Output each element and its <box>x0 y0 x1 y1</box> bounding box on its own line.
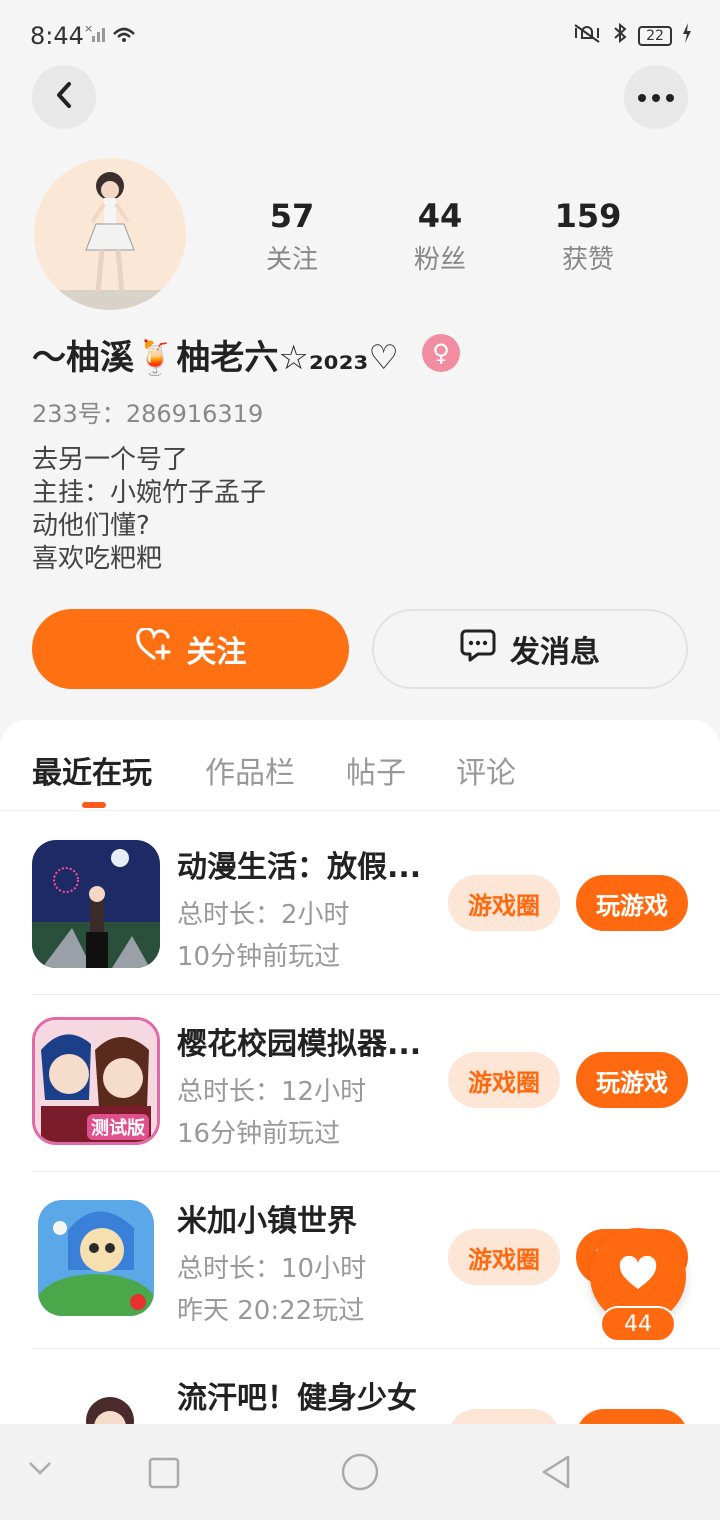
game-duration: 总时长：10小时 <box>177 1254 367 1284</box>
tab-bar: 最近在玩 作品栏 帖子 评论 <box>0 720 720 811</box>
bio-line: 主挂：小婉竹子孟子 <box>32 478 267 508</box>
play-game-button[interactable]: 玩游戏 <box>576 875 688 931</box>
message-button[interactable]: 发消息 <box>372 609 688 689</box>
message-label: 发消息 <box>510 635 600 670</box>
game-icon-sakura-school[interactable]: 测试版 <box>32 1017 160 1145</box>
user-id-label: 233号： <box>32 400 126 428</box>
game-row[interactable]: 流汗吧！健身少女 <box>32 1349 720 1425</box>
game-last-played: 昨天 20:22玩过 <box>177 1296 365 1326</box>
stat-label: 粉丝 <box>413 245 466 275</box>
back-triangle-icon[interactable] <box>540 1454 572 1494</box>
game-circle-button[interactable] <box>448 1409 560 1425</box>
chat-bubble-icon <box>460 628 496 670</box>
status-icons: 22 <box>572 22 692 49</box>
game-duration: 总时长：12小时 <box>177 1077 367 1107</box>
follow-button[interactable]: 关注 <box>32 609 349 689</box>
game-duration: 总时长：2小时 <box>177 900 350 930</box>
stat-label: 关注 <box>265 245 318 275</box>
stat-number: 57 <box>269 197 315 235</box>
tab-comments[interactable]: 评论 <box>456 748 516 792</box>
stat-likes[interactable]: 159 获赞 <box>528 196 648 278</box>
recent-apps-icon[interactable] <box>148 1457 180 1493</box>
user-id: 233号：286916319 <box>32 394 263 429</box>
stat-followers[interactable]: 44 粉丝 <box>380 196 500 278</box>
game-circle-button[interactable]: 游戏圈 <box>448 875 560 931</box>
game-icon-fitness-girl[interactable] <box>32 1371 160 1425</box>
more-button[interactable] <box>624 65 688 129</box>
stat-number: 159 <box>554 197 622 235</box>
more-dots-icon <box>636 88 676 107</box>
bio-line: 去另一个号了 <box>32 445 189 475</box>
status-time: 8:44 <box>30 22 84 50</box>
game-name: 米加小镇世界 <box>177 1204 357 1239</box>
stat-number: 44 <box>417 197 463 235</box>
battery-icon: 22 <box>638 25 672 46</box>
vibrate-icon <box>572 22 602 49</box>
game-icon-anime-life[interactable] <box>32 840 160 968</box>
tab-recently-played[interactable]: 最近在玩 <box>32 748 152 792</box>
game-row[interactable]: 动漫生活：放假... 总时长：2小时 10分钟前玩过 游戏圈 玩游戏 <box>32 818 720 995</box>
stat-label: 获赞 <box>561 245 614 275</box>
game-last-played: 10分钟前玩过 <box>177 942 341 972</box>
tab-indicator <box>82 802 106 808</box>
tab-posts[interactable]: 帖子 <box>346 748 406 792</box>
play-game-button[interactable] <box>576 1409 688 1425</box>
follow-label: 关注 <box>186 635 247 670</box>
avatar[interactable] <box>34 158 186 310</box>
home-icon[interactable] <box>341 1453 379 1495</box>
stat-following[interactable]: 57 关注 <box>232 196 352 278</box>
game-icon-miga-town[interactable] <box>38 1200 154 1316</box>
heart-icon <box>618 1255 658 1296</box>
signal-icon: × <box>84 22 140 48</box>
tab-works[interactable]: 作品栏 <box>205 748 295 792</box>
charging-icon <box>682 23 692 48</box>
like-count: 44 <box>600 1306 676 1342</box>
svg-text:×: × <box>84 22 92 35</box>
game-circle-button[interactable]: 游戏圈 <box>448 1052 560 1108</box>
play-game-button[interactable]: 玩游戏 <box>576 1052 688 1108</box>
bio: 去另一个号了 主挂：小婉竹子孟子 动他们懂? 喜欢吃粑粑 <box>32 444 266 576</box>
heart-plus-icon <box>135 626 173 670</box>
gender-female-icon: ♀ <box>422 334 460 372</box>
bio-line: 动他们懂? <box>32 511 150 541</box>
bluetooth-icon <box>612 22 628 49</box>
test-version-badge: 测试版 <box>87 1114 149 1140</box>
system-nav-bar <box>0 1424 720 1520</box>
chevron-left-icon <box>52 80 76 114</box>
game-name: 动漫生活：放假... <box>177 850 422 885</box>
game-row[interactable]: 测试版 樱花校园模拟器... 总时长：12小时 16分钟前玩过 游戏圈 玩游戏 <box>32 995 720 1172</box>
game-last-played: 16分钟前玩过 <box>177 1119 341 1149</box>
user-id-value: 286916319 <box>125 400 264 428</box>
game-name: 樱花校园模拟器... <box>177 1027 422 1062</box>
game-name: 流汗吧！健身少女 <box>177 1381 417 1416</box>
game-circle-button[interactable]: 游戏圈 <box>448 1229 560 1285</box>
chevron-down-icon[interactable] <box>28 1460 52 1480</box>
back-button[interactable] <box>32 65 96 129</box>
bio-line: 喜欢吃粑粑 <box>32 544 163 574</box>
nickname: ～柚溪🍹柚老六☆₂₀₂₃♡ <box>32 338 399 378</box>
